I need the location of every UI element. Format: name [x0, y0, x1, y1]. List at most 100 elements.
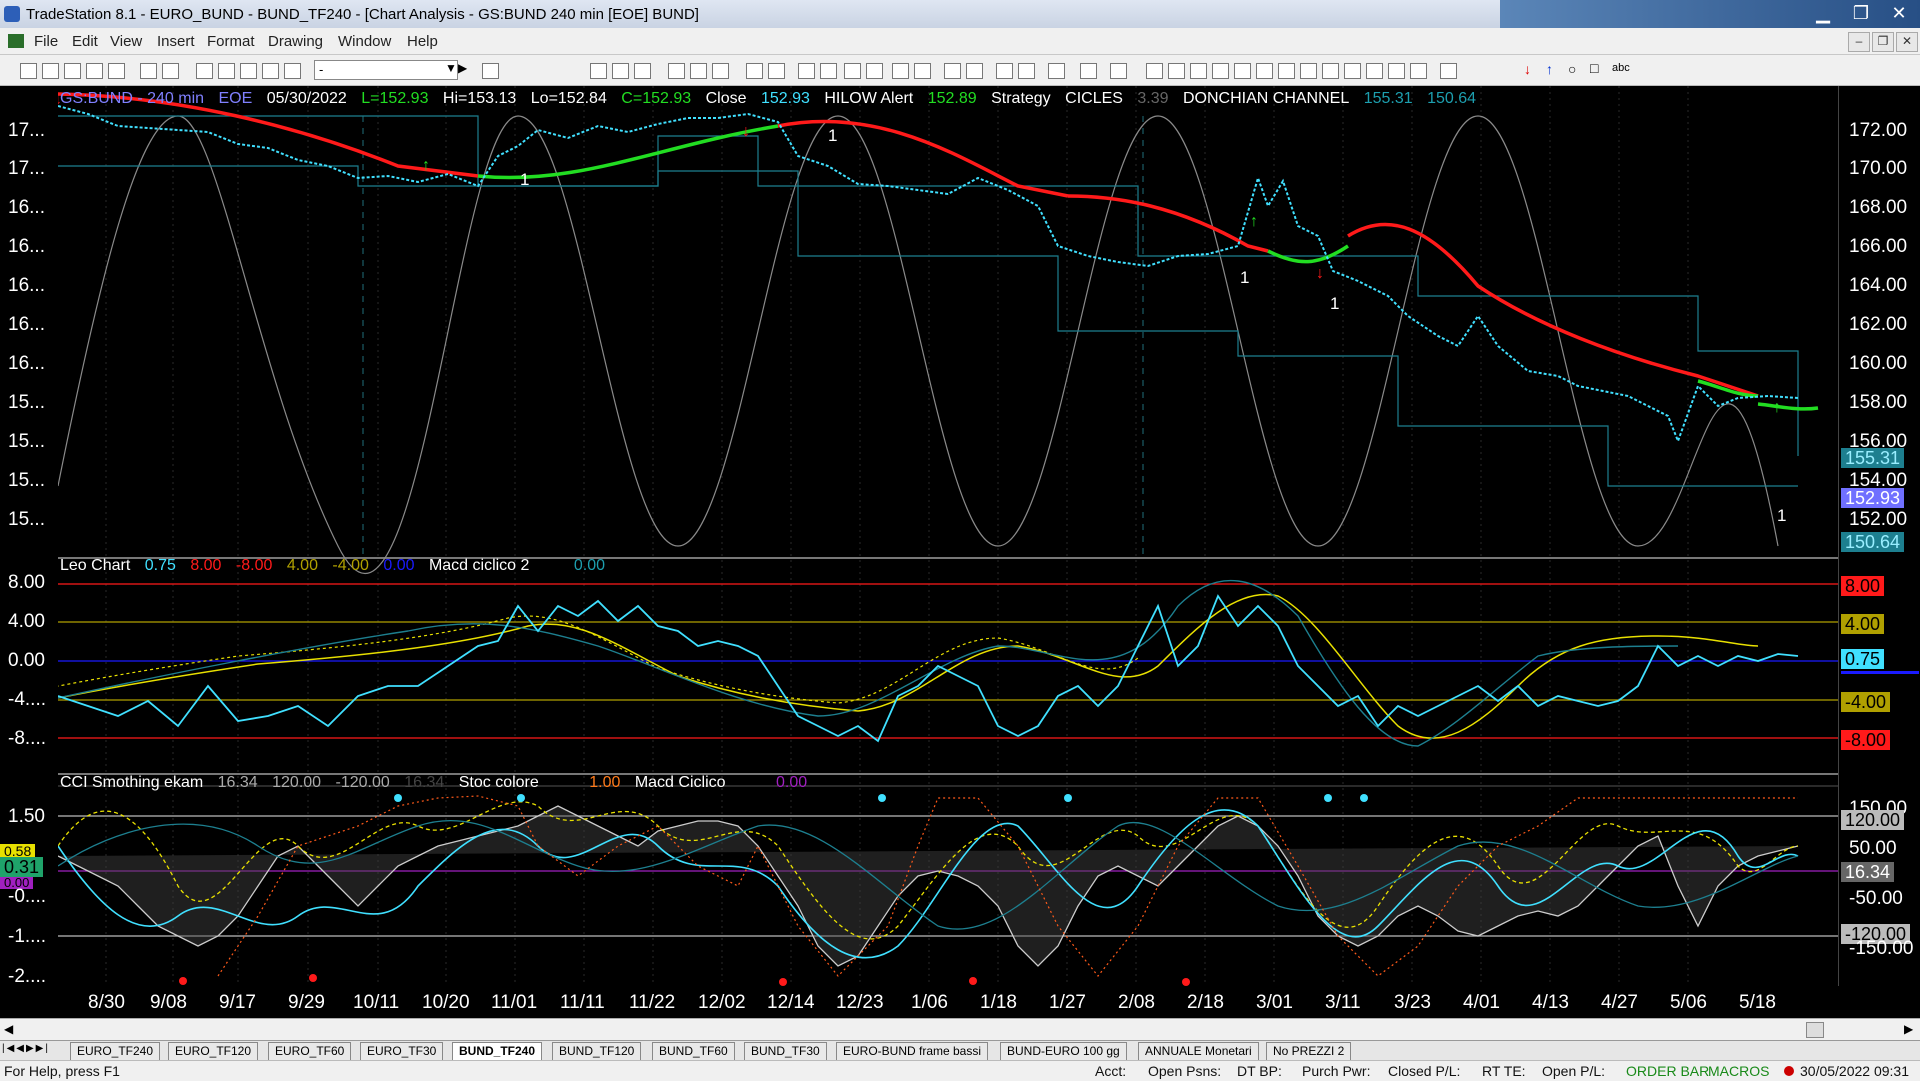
print-preview-icon[interactable]: [162, 63, 179, 79]
strategy-icon[interactable]: [798, 63, 815, 79]
scroll-thumb[interactable]: [1806, 1022, 1824, 1038]
trendline-icon[interactable]: [1146, 63, 1163, 79]
regression-icon[interactable]: [1366, 63, 1383, 79]
cci-label[interactable]: CCI Smothing ekam: [60, 774, 203, 791]
print-icon[interactable]: [140, 63, 157, 79]
leo-chart-label[interactable]: Leo Chart: [60, 557, 130, 574]
menu-file[interactable]: File: [34, 33, 58, 50]
arrow-both-icon[interactable]: [1344, 63, 1361, 79]
restore-button[interactable]: ❐: [1844, 2, 1878, 26]
cursor-icon[interactable]: [1110, 63, 1127, 79]
scanner-icon[interactable]: [768, 63, 785, 79]
hilow-label[interactable]: HILOW Alert: [824, 90, 913, 107]
macd-ciclico-label[interactable]: Macd Ciclico: [635, 774, 726, 791]
time-zone-icon[interactable]: [1322, 63, 1339, 79]
tab-bund-tf120[interactable]: BUND_TF120: [552, 1042, 642, 1061]
strategy-label[interactable]: Strategy: [991, 90, 1051, 107]
horizontal-scrollbar[interactable]: ◀ ▶: [0, 1018, 1920, 1041]
format-icon[interactable]: [196, 63, 213, 79]
find-icon[interactable]: [482, 63, 499, 79]
arrow-right-icon[interactable]: ▶: [458, 61, 467, 75]
pen-icon[interactable]: [1410, 63, 1427, 79]
minimize-button[interactable]: ▁: [1806, 2, 1840, 26]
wave-icon[interactable]: [712, 63, 729, 79]
tab-bund-euro-100gg[interactable]: BUND-EURO 100 gg: [1000, 1042, 1127, 1061]
copy-icon[interactable]: [86, 63, 103, 79]
mdi-restore-button[interactable]: ❐: [1872, 32, 1894, 52]
tab-no-prezzi-2[interactable]: No PREZZI 2: [1266, 1042, 1352, 1061]
text-icon[interactable]: abc: [1612, 62, 1630, 74]
arc-icon[interactable]: [1388, 63, 1405, 79]
symbol-label[interactable]: GS:BUND - 240 min: [60, 90, 204, 107]
symbol-dropdown[interactable]: -: [314, 60, 458, 80]
stoc-colore-label[interactable]: Stoc colore: [459, 774, 539, 791]
menu-insert[interactable]: Insert: [157, 33, 195, 50]
macd-ciclico2-label[interactable]: Macd ciclico 2: [429, 557, 529, 574]
tools-icon[interactable]: [262, 63, 279, 79]
order-bar-button[interactable]: ORDER BAR: [1626, 1063, 1709, 1079]
horizontal-lines-icon[interactable]: [1190, 63, 1207, 79]
rectangle-icon[interactable]: □: [1590, 60, 1598, 76]
tab-euro-tf120[interactable]: EURO_TF120: [168, 1042, 259, 1061]
tab-annuale-monetari[interactable]: ANNUALE Monetari: [1138, 1042, 1259, 1061]
menu-view[interactable]: View: [110, 33, 142, 50]
tab-nav-icons[interactable]: |◀◀▶▶|: [2, 1043, 50, 1054]
histogram-icon[interactable]: [866, 63, 883, 79]
menu-drawing[interactable]: Drawing: [268, 33, 323, 50]
tab-euro-tf240[interactable]: EURO_TF240: [70, 1042, 161, 1061]
arrow-down-icon[interactable]: ↓: [1524, 61, 1531, 77]
menu-edit[interactable]: Edit: [72, 33, 98, 50]
tab-euro-tf60[interactable]: EURO_TF60: [268, 1042, 352, 1061]
mdi-minimize-button[interactable]: ‒: [1848, 32, 1870, 52]
tab-bund-tf60[interactable]: BUND_TF60: [652, 1042, 735, 1061]
right-price-scale[interactable]: 172.00 170.00 168.00 166.00 164.00 162.0…: [1838, 86, 1920, 986]
indicator-icon[interactable]: [218, 63, 235, 79]
arc2-icon[interactable]: [1440, 63, 1457, 79]
close-button[interactable]: ✕: [1882, 2, 1916, 26]
save-icon[interactable]: [108, 63, 125, 79]
matrix-icon[interactable]: [820, 63, 837, 79]
zoom-out-icon[interactable]: [966, 63, 983, 79]
zoom-in-icon[interactable]: [944, 63, 961, 79]
new-icon[interactable]: [20, 63, 37, 79]
mdi-close-button[interactable]: ✕: [1896, 32, 1918, 52]
vertical-lines-icon[interactable]: [1168, 63, 1185, 79]
new-window-icon[interactable]: [64, 63, 81, 79]
radar-icon[interactable]: [746, 63, 763, 79]
compress-icon[interactable]: [914, 63, 931, 79]
tab-bund-tf30[interactable]: BUND_TF30: [744, 1042, 827, 1061]
menu-window[interactable]: Window: [338, 33, 391, 50]
gann-icon[interactable]: [1278, 63, 1295, 79]
bars-icon[interactable]: [844, 63, 861, 79]
speedline-icon[interactable]: [1256, 63, 1273, 79]
refresh-icon[interactable]: [1080, 63, 1097, 79]
cicles-label[interactable]: CICLES: [1065, 90, 1123, 107]
hand-icon[interactable]: [1048, 63, 1065, 79]
chart-doc-icon[interactable]: [8, 34, 24, 48]
tab-bund-tf240[interactable]: BUND_TF240: [452, 1042, 543, 1061]
data-tip-icon[interactable]: [1018, 63, 1035, 79]
tab-euro-tf30[interactable]: EURO_TF30: [360, 1042, 444, 1061]
macros-button[interactable]: MACROS: [1708, 1063, 1769, 1079]
andrews-icon[interactable]: [1300, 63, 1317, 79]
lock-icon[interactable]: [240, 63, 257, 79]
globe-icon[interactable]: [284, 63, 301, 79]
donchian-label[interactable]: DONCHIAN CHANNEL: [1183, 90, 1349, 107]
open-icon[interactable]: [42, 63, 59, 79]
scroll-right-icon[interactable]: ▶: [1904, 1022, 1913, 1036]
line-icon[interactable]: [668, 63, 685, 79]
chart-type-icon[interactable]: [590, 63, 607, 79]
pointer-icon[interactable]: [996, 63, 1013, 79]
candle-icon[interactable]: [690, 63, 707, 79]
channel-icon[interactable]: [1212, 63, 1229, 79]
ellipse-icon[interactable]: ○: [1568, 61, 1576, 77]
tab-euro-bund-frame-bassi[interactable]: EURO-BUND frame bassi: [836, 1042, 989, 1061]
fibonacci-icon[interactable]: [1234, 63, 1251, 79]
grid-icon[interactable]: [634, 63, 651, 79]
expand-icon[interactable]: [892, 63, 909, 79]
arrow-up-icon[interactable]: ↑: [1546, 61, 1553, 77]
bar-chart-icon[interactable]: [612, 63, 629, 79]
scroll-left-icon[interactable]: ◀: [4, 1022, 13, 1036]
dropdown-arrow-icon[interactable]: ▼: [445, 61, 457, 75]
menu-help[interactable]: Help: [407, 33, 438, 50]
